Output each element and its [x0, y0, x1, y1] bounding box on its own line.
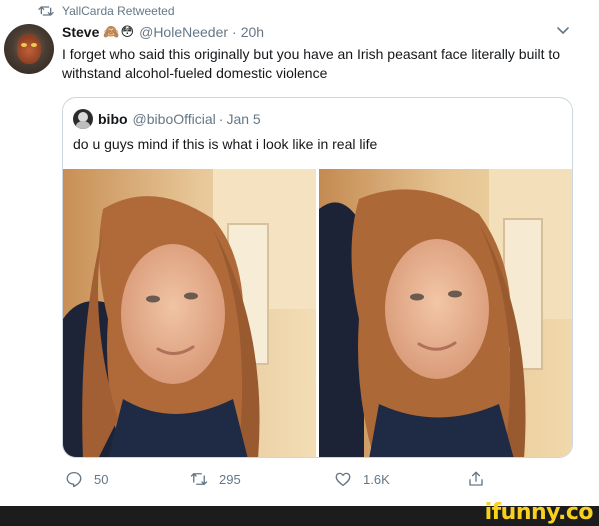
- author-handle[interactable]: @HoleNeeder: [139, 24, 228, 40]
- quoted-tweet-date[interactable]: Jan 5: [226, 111, 260, 127]
- quoted-photo-2[interactable]: [319, 169, 572, 457]
- tweet-actions: 50 295 1.6K: [0, 468, 599, 490]
- author-avatar[interactable]: [4, 24, 54, 74]
- quoted-tweet-text: do u guys mind if this is what i look li…: [73, 136, 378, 152]
- retweet-icon: [190, 473, 208, 485]
- author-emoji-flushed: 😳: [120, 24, 135, 39]
- like-button[interactable]: 1.6K: [334, 468, 390, 490]
- quoted-tweet[interactable]: bibo @biboOfficial · Jan 5 do u guys min…: [62, 97, 573, 458]
- author-name[interactable]: Steve: [62, 24, 99, 40]
- like-count: 1.6K: [363, 471, 390, 487]
- share-button[interactable]: [467, 468, 496, 490]
- share-icon: [469, 471, 483, 486]
- reply-count: 50: [94, 471, 109, 487]
- ifunny-watermark: ifunny.co: [484, 500, 594, 525]
- author-emoji-monkey: 🙈: [103, 24, 120, 39]
- tweet-header: Steve 🙈 😳 @HoleNeeder · 20h: [62, 22, 264, 42]
- header-separator: ·: [232, 24, 237, 40]
- reply-button[interactable]: 50: [65, 468, 108, 490]
- selfie-photo-image: [63, 169, 316, 457]
- heart-icon: [335, 472, 351, 487]
- quoted-author-name[interactable]: bibo: [98, 111, 128, 127]
- retweet-icon: [38, 6, 54, 16]
- quoted-photo-1[interactable]: [63, 169, 316, 457]
- tweet-text: I forget who said this originally but yo…: [62, 46, 561, 81]
- retweet-context[interactable]: YallCarda Retweeted: [38, 2, 175, 20]
- retweet-context-text: YallCarda Retweeted: [62, 4, 175, 18]
- quoted-tweet-header: bibo @biboOfficial · Jan 5: [73, 109, 261, 129]
- quoted-separator: ·: [218, 111, 224, 127]
- chevron-down-icon[interactable]: [556, 26, 570, 36]
- quoted-author-avatar[interactable]: [73, 109, 93, 129]
- tweet-timestamp[interactable]: 20h: [241, 24, 264, 40]
- retweet-button[interactable]: 295: [190, 468, 241, 490]
- reply-icon: [66, 471, 82, 488]
- selfie-photo-image: [319, 169, 572, 457]
- retweet-count: 295: [219, 471, 241, 487]
- quoted-author-handle[interactable]: @biboOfficial: [133, 111, 216, 127]
